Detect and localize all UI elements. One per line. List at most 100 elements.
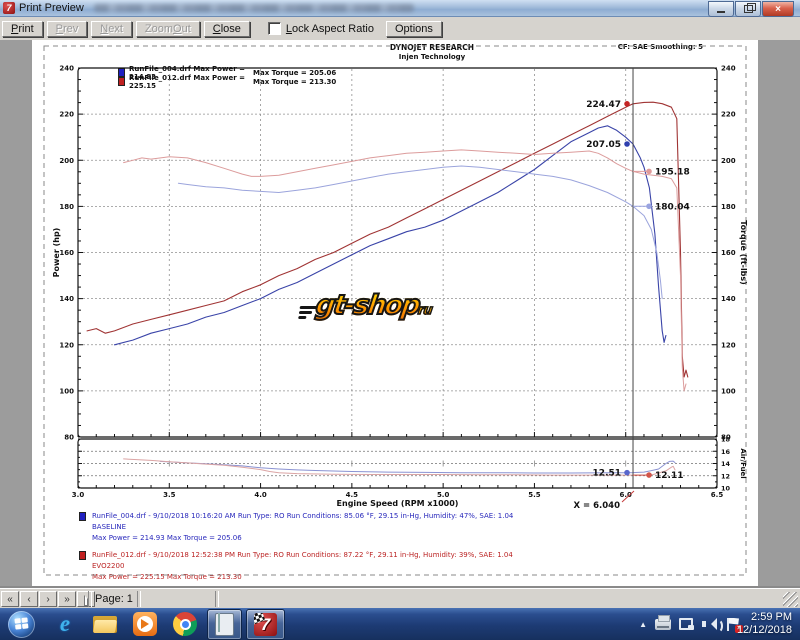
network-icon[interactable] bbox=[679, 618, 694, 630]
svg-text:220: 220 bbox=[59, 111, 74, 119]
resize-grip[interactable] bbox=[783, 592, 798, 607]
dynojet-app-icon: 7 bbox=[3, 2, 15, 14]
svg-text:12: 12 bbox=[721, 472, 730, 480]
last-page-button[interactable]: » bbox=[58, 591, 76, 607]
minimize-icon bbox=[717, 11, 725, 13]
svg-text:18: 18 bbox=[721, 436, 731, 444]
speed-lines-icon bbox=[298, 304, 318, 321]
prev-page-button[interactable]: ‹ bbox=[20, 591, 38, 607]
preview-area: DYNOJET RESEARCH Injen Technology CF: SA… bbox=[0, 40, 800, 588]
dynojet-icon: 7 bbox=[254, 613, 277, 636]
window-title: Print Preview bbox=[19, 2, 84, 14]
windows-logo-icon bbox=[14, 617, 28, 630]
close-preview-button[interactable]: Close bbox=[204, 21, 250, 37]
clock-date: 12/12/2018 bbox=[737, 624, 792, 637]
internet-explorer-icon: e bbox=[60, 611, 70, 637]
taskbar-internet-explorer[interactable]: e bbox=[50, 611, 80, 638]
svg-text:200: 200 bbox=[59, 157, 74, 165]
next-button[interactable]: Next bbox=[91, 21, 132, 37]
statusbar: « ‹ › » Page: 1 bbox=[0, 588, 800, 609]
cursor-value-label: X = 6.040 bbox=[574, 501, 621, 511]
start-button[interactable] bbox=[8, 611, 35, 638]
svg-text:16: 16 bbox=[721, 448, 731, 456]
folder-icon bbox=[93, 616, 117, 633]
watermark-text: gt-shop bbox=[314, 290, 421, 321]
statusbar-separator bbox=[137, 591, 141, 607]
lock-aspect-checkbox[interactable] bbox=[268, 22, 281, 35]
volume-icon[interactable] bbox=[702, 618, 718, 630]
svg-text:180: 180 bbox=[721, 203, 736, 211]
svg-text:140: 140 bbox=[59, 295, 74, 303]
svg-text:5.5: 5.5 bbox=[528, 491, 541, 499]
svg-text:240: 240 bbox=[721, 65, 736, 73]
curve-torque-run004 bbox=[178, 166, 662, 299]
callout-label: 207.05 bbox=[586, 140, 621, 150]
page-number-label: Page: 1 bbox=[95, 593, 133, 605]
taskbar-chrome[interactable] bbox=[170, 611, 200, 638]
tray-expand-icon[interactable]: ▲ bbox=[639, 620, 647, 629]
callout-label: 195.18 bbox=[655, 167, 690, 177]
svg-text:240: 240 bbox=[59, 65, 74, 73]
curve-torque-run012 bbox=[124, 150, 686, 391]
taskbar-media-player[interactable] bbox=[130, 611, 160, 638]
next-page-button[interactable]: › bbox=[39, 591, 57, 607]
svg-text:160: 160 bbox=[721, 249, 736, 257]
svg-text:4.5: 4.5 bbox=[346, 491, 359, 499]
svg-text:Power (hp): Power (hp) bbox=[52, 228, 61, 278]
svg-text:100: 100 bbox=[721, 387, 736, 395]
minimize-button[interactable] bbox=[708, 1, 734, 17]
svg-text:3.5: 3.5 bbox=[163, 491, 176, 499]
goto-page-button[interactable] bbox=[77, 591, 95, 607]
callout-label: 12.51 bbox=[593, 469, 621, 479]
svg-text:160: 160 bbox=[59, 249, 74, 257]
prev-button[interactable]: Prev bbox=[47, 21, 88, 37]
desktop: 7 Print Preview × Print Prev Next Zoom O… bbox=[0, 0, 800, 640]
callout-label: 12.11 bbox=[655, 471, 683, 481]
redacted-title-text bbox=[94, 4, 414, 12]
restore-button[interactable] bbox=[735, 1, 761, 17]
media-player-icon bbox=[133, 612, 157, 636]
callout-label: 224.47 bbox=[586, 100, 621, 110]
watermark-tld: ru bbox=[417, 303, 433, 318]
clock-time: 2:59 PM bbox=[737, 611, 792, 624]
print-preview-window: 7 Print Preview × Print Prev Next Zoom O… bbox=[0, 0, 800, 608]
titlebar[interactable]: 7 Print Preview × bbox=[0, 0, 800, 17]
gt-shop-watermark: gt-shopru bbox=[314, 290, 435, 321]
chrome-icon bbox=[173, 612, 197, 636]
lock-aspect-checkbox-group: Lock Aspect Ratio bbox=[268, 22, 374, 35]
svg-text:3.0: 3.0 bbox=[72, 491, 85, 499]
plot-area bbox=[78, 68, 717, 488]
close-window-button[interactable]: × bbox=[762, 1, 794, 17]
svg-text:5.0: 5.0 bbox=[437, 491, 450, 499]
options-button[interactable]: Options bbox=[386, 21, 442, 37]
restore-icon bbox=[744, 5, 753, 13]
svg-text:14: 14 bbox=[721, 460, 731, 468]
svg-text:4.0: 4.0 bbox=[254, 491, 267, 499]
svg-text:80: 80 bbox=[64, 434, 74, 442]
svg-text:140: 140 bbox=[721, 295, 736, 303]
svg-text:Torque (ft-lbs): Torque (ft-lbs) bbox=[739, 220, 748, 285]
taskbar-calculator-open[interactable] bbox=[207, 609, 242, 640]
statusbar-separator bbox=[215, 591, 219, 607]
svg-text:6.5: 6.5 bbox=[711, 491, 724, 499]
zoom-out-button[interactable]: Zoom Out bbox=[136, 21, 200, 37]
svg-text:180: 180 bbox=[59, 203, 74, 211]
taskbar-file-explorer[interactable] bbox=[90, 611, 120, 638]
calculator-icon bbox=[215, 613, 234, 636]
system-tray: ▲ × bbox=[639, 608, 740, 640]
svg-text:Engine Speed (RPM x1000): Engine Speed (RPM x1000) bbox=[337, 499, 459, 508]
taskbar-dynojet-open[interactable]: 7 bbox=[246, 609, 285, 640]
print-button[interactable]: Print bbox=[2, 21, 43, 37]
svg-text:120: 120 bbox=[59, 341, 74, 349]
svg-text:100: 100 bbox=[59, 387, 74, 395]
printer-icon[interactable] bbox=[655, 619, 671, 630]
first-page-button[interactable]: « bbox=[1, 591, 19, 607]
lock-aspect-label: Lock Aspect Ratio bbox=[286, 23, 374, 35]
callout-label: 180.04 bbox=[655, 202, 690, 212]
svg-text:220: 220 bbox=[721, 111, 736, 119]
statusbar-separator bbox=[88, 591, 92, 607]
svg-text:200: 200 bbox=[721, 157, 736, 165]
taskbar: e 7 ▲ × 2:59 PM 12/12/2018 bbox=[0, 608, 800, 640]
taskbar-clock[interactable]: 2:59 PM 12/12/2018 bbox=[737, 611, 792, 637]
svg-text:Air/Fuel: Air/Fuel bbox=[739, 448, 747, 478]
